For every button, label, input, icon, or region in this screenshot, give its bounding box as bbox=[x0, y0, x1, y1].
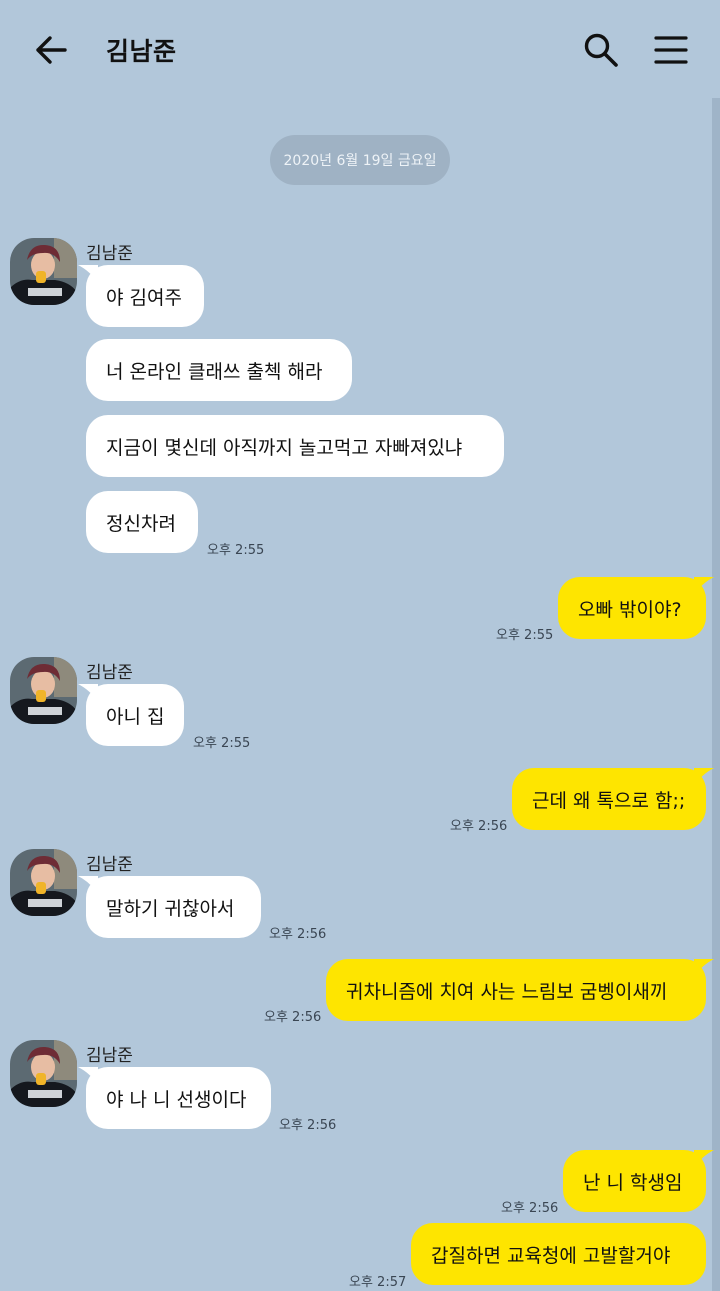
message-time: 오후 2:55 bbox=[193, 736, 251, 751]
scrollbar[interactable] bbox=[712, 98, 720, 1291]
message-text: 야 김여주 bbox=[106, 286, 182, 309]
incoming-message[interactable]: 야 김여주 bbox=[78, 265, 204, 327]
incoming-message[interactable]: 정신차려 bbox=[86, 491, 198, 553]
message-time: 오후 2:57 bbox=[349, 1275, 407, 1290]
incoming-message[interactable]: 지금이 몇신데 아직까지 놀고먹고 자빠져있냐 bbox=[86, 415, 504, 477]
message-time: 오후 2:56 bbox=[269, 927, 327, 942]
back-arrow-icon bbox=[36, 36, 67, 64]
message-time: 오후 2:56 bbox=[279, 1118, 337, 1133]
message-time: 오후 2:56 bbox=[501, 1201, 559, 1216]
search-icon bbox=[584, 33, 618, 67]
message-text: 귀차니즘에 치여 사는 느림보 굼벵이새끼 bbox=[346, 980, 668, 1003]
message-text: 말하기 귀찮아서 bbox=[106, 897, 235, 920]
back-button[interactable] bbox=[28, 28, 74, 72]
outgoing-message[interactable]: 갑질하면 교육청에 고발할거야 bbox=[411, 1223, 706, 1285]
message-text: 지금이 몇신데 아직까지 놀고먹고 자빠져있냐 bbox=[106, 436, 463, 459]
chat-title: 김남준 bbox=[106, 37, 177, 66]
message-text: 아니 집 bbox=[106, 705, 165, 728]
incoming-message[interactable]: 말하기 귀찮아서 bbox=[78, 876, 261, 938]
message-text: 너 온라인 클래쓰 출첵 해라 bbox=[106, 360, 323, 383]
message-time: 오후 2:56 bbox=[264, 1010, 322, 1025]
sender-name: 김남준 bbox=[86, 244, 133, 264]
message-time: 오후 2:55 bbox=[207, 543, 265, 558]
date-divider: 2020년 6월 19일 금요일 bbox=[270, 135, 450, 185]
sender-name: 김남준 bbox=[86, 1046, 133, 1066]
search-button[interactable] bbox=[578, 27, 624, 73]
incoming-message[interactable]: 야 나 니 선생이다 bbox=[78, 1067, 271, 1129]
message-text: 정신차려 bbox=[106, 512, 176, 535]
menu-icon bbox=[654, 36, 688, 64]
message-text: 야 나 니 선생이다 bbox=[106, 1088, 247, 1111]
outgoing-message[interactable]: 난 니 학생임 bbox=[563, 1150, 714, 1212]
menu-button[interactable] bbox=[648, 27, 694, 73]
outgoing-message[interactable]: 근데 왜 톡으로 함;; bbox=[512, 768, 714, 830]
avatar[interactable] bbox=[10, 238, 77, 305]
incoming-message[interactable]: 너 온라인 클래쓰 출첵 해라 bbox=[86, 339, 352, 401]
sender-name: 김남준 bbox=[86, 663, 133, 683]
message-text: 오빠 밖이야? bbox=[578, 598, 682, 621]
sender-name: 김남준 bbox=[86, 855, 133, 875]
message-text: 갑질하면 교육청에 고발할거야 bbox=[431, 1244, 671, 1267]
chat-header: 김남준 bbox=[0, 0, 720, 100]
message-time: 오후 2:56 bbox=[450, 819, 508, 834]
avatar[interactable] bbox=[10, 657, 77, 724]
outgoing-message[interactable]: 귀차니즘에 치여 사는 느림보 굼벵이새끼 bbox=[326, 959, 714, 1021]
message-text: 근데 왜 톡으로 함;; bbox=[532, 789, 686, 812]
outgoing-message[interactable]: 오빠 밖이야? bbox=[558, 577, 714, 639]
message-time: 오후 2:55 bbox=[496, 628, 554, 643]
incoming-message[interactable]: 아니 집 bbox=[78, 684, 184, 746]
avatar[interactable] bbox=[10, 1040, 77, 1107]
avatar[interactable] bbox=[10, 849, 77, 916]
message-text: 난 니 학생임 bbox=[583, 1171, 683, 1194]
